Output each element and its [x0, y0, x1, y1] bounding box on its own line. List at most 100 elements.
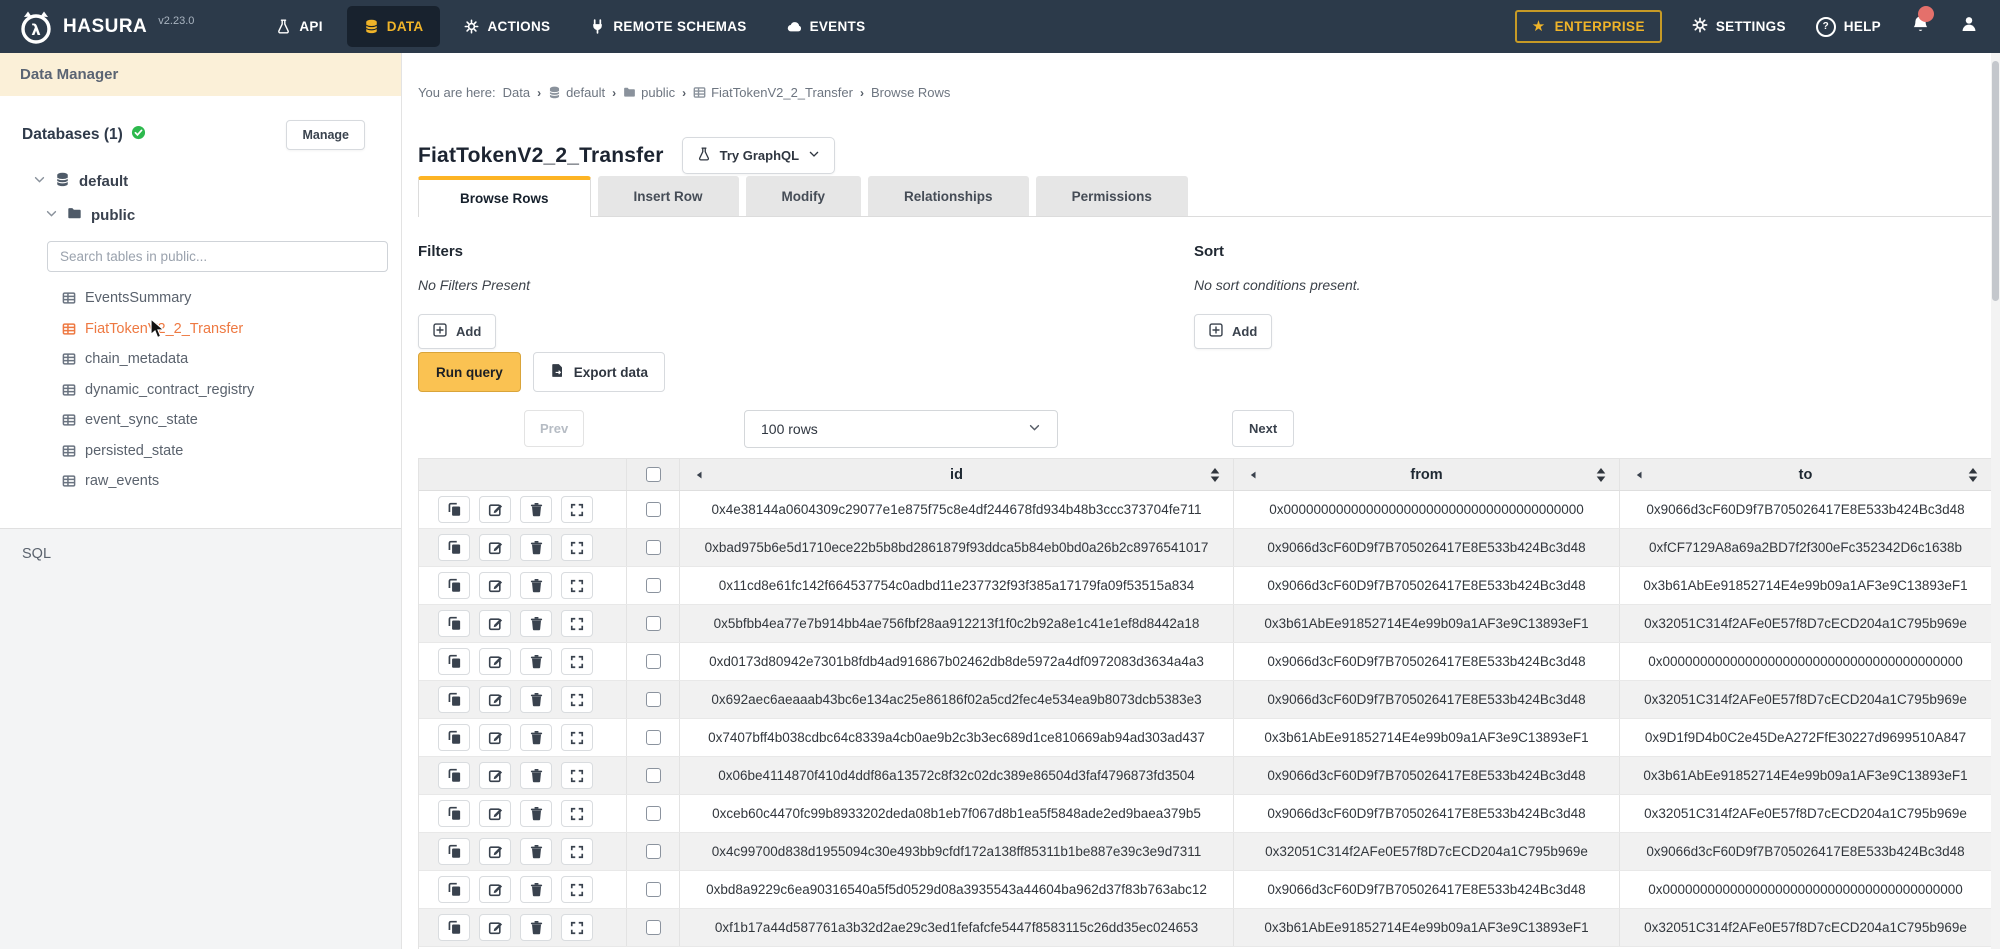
sidebar-table-raw_events[interactable]: raw_events	[0, 466, 401, 497]
row-copy-button[interactable]	[438, 534, 470, 561]
breadcrumb-item[interactable]: FiatTokenV2_2_Transfer	[693, 85, 853, 100]
sidebar-table-event_sync_state[interactable]: event_sync_state	[0, 405, 401, 436]
sidebar-table-FiatTokenV2_2_Transfer[interactable]: FiatTokenV2_2_Transfer	[0, 314, 401, 345]
table-search-input[interactable]	[47, 241, 388, 272]
vertical-scrollbar[interactable]	[1991, 53, 2000, 949]
row-expand-button[interactable]	[561, 572, 593, 599]
breadcrumb-item[interactable]: default	[548, 85, 605, 100]
row-copy-button[interactable]	[438, 876, 470, 903]
row-checkbox[interactable]	[646, 768, 661, 783]
manage-button[interactable]: Manage	[286, 120, 365, 150]
row-edit-button[interactable]	[479, 496, 511, 523]
row-copy-button[interactable]	[438, 914, 470, 941]
row-delete-button[interactable]	[520, 534, 552, 561]
column-header-id[interactable]: id	[680, 459, 1234, 490]
tab-relationships[interactable]: Relationships	[868, 176, 1029, 216]
row-expand-button[interactable]	[561, 610, 593, 637]
breadcrumb-item[interactable]: public	[623, 85, 675, 100]
row-edit-button[interactable]	[479, 762, 511, 789]
row-delete-button[interactable]	[520, 838, 552, 865]
row-delete-button[interactable]	[520, 572, 552, 599]
nav-item-events[interactable]: EVENTS	[767, 0, 886, 53]
row-copy-button[interactable]	[438, 724, 470, 751]
row-edit-button[interactable]	[479, 648, 511, 675]
help-button[interactable]: ? HELP	[1816, 17, 1881, 37]
row-delete-button[interactable]	[520, 800, 552, 827]
row-copy-button[interactable]	[438, 762, 470, 789]
nav-item-api[interactable]: API	[256, 0, 342, 53]
row-checkbox[interactable]	[646, 730, 661, 745]
sidebar-table-chain_metadata[interactable]: chain_metadata	[0, 344, 401, 375]
row-copy-button[interactable]	[438, 686, 470, 713]
sidebar-database-default[interactable]: default	[33, 172, 401, 191]
row-checkbox[interactable]	[646, 882, 661, 897]
row-copy-button[interactable]	[438, 572, 470, 599]
column-header-from[interactable]: from	[1234, 459, 1620, 490]
row-expand-button[interactable]	[561, 648, 593, 675]
row-edit-button[interactable]	[479, 914, 511, 941]
nav-item-remote-schemas[interactable]: REMOTE SCHEMAS	[570, 0, 766, 53]
export-data-button[interactable]: Export data	[533, 352, 665, 392]
add-sort-button[interactable]: Add	[1194, 314, 1272, 349]
row-edit-button[interactable]	[479, 800, 511, 827]
row-delete-button[interactable]	[520, 724, 552, 751]
breadcrumb-item[interactable]: Data	[503, 85, 530, 100]
add-filter-button[interactable]: Add	[418, 314, 496, 349]
row-copy-button[interactable]	[438, 496, 470, 523]
scrollbar-thumb[interactable]	[1992, 61, 1999, 301]
row-checkbox[interactable]	[646, 806, 661, 821]
tab-modify[interactable]: Modify	[746, 176, 862, 216]
row-delete-button[interactable]	[520, 648, 552, 675]
page-size-select[interactable]: 100 rows	[744, 410, 1058, 448]
row-edit-button[interactable]	[479, 838, 511, 865]
row-copy-button[interactable]	[438, 838, 470, 865]
tab-permissions[interactable]: Permissions	[1036, 176, 1188, 216]
row-checkbox[interactable]	[646, 844, 661, 859]
row-expand-button[interactable]	[561, 762, 593, 789]
sidebar-item-sql[interactable]: SQL	[0, 529, 401, 562]
run-query-button[interactable]: Run query	[418, 352, 521, 392]
notifications-button[interactable]	[1911, 15, 1930, 39]
row-expand-button[interactable]	[561, 686, 593, 713]
sidebar-schema-public[interactable]: public	[45, 206, 401, 225]
row-expand-button[interactable]	[561, 914, 593, 941]
row-delete-button[interactable]	[520, 496, 552, 523]
row-delete-button[interactable]	[520, 610, 552, 637]
row-copy-button[interactable]	[438, 800, 470, 827]
row-delete-button[interactable]	[520, 762, 552, 789]
row-checkbox[interactable]	[646, 654, 661, 669]
row-copy-button[interactable]	[438, 610, 470, 637]
row-expand-button[interactable]	[561, 800, 593, 827]
row-edit-button[interactable]	[479, 572, 511, 599]
row-delete-button[interactable]	[520, 914, 552, 941]
row-edit-button[interactable]	[479, 724, 511, 751]
row-checkbox[interactable]	[646, 920, 661, 935]
row-edit-button[interactable]	[479, 534, 511, 561]
nav-item-data[interactable]: DATA	[347, 6, 441, 47]
next-page-button[interactable]: Next	[1232, 410, 1294, 447]
row-edit-button[interactable]	[479, 876, 511, 903]
user-menu-button[interactable]	[1960, 15, 1978, 38]
tab-browse-rows[interactable]: Browse Rows	[418, 176, 591, 217]
try-graphql-button[interactable]: Try GraphQL	[682, 137, 835, 174]
row-checkbox[interactable]	[646, 540, 661, 555]
row-expand-button[interactable]	[561, 724, 593, 751]
row-checkbox[interactable]	[646, 578, 661, 593]
row-checkbox[interactable]	[646, 502, 661, 517]
select-all-checkbox[interactable]	[646, 467, 661, 482]
prev-page-button[interactable]: Prev	[524, 410, 584, 447]
row-expand-button[interactable]	[561, 876, 593, 903]
nav-item-actions[interactable]: ACTIONS	[444, 0, 570, 53]
row-copy-button[interactable]	[438, 648, 470, 675]
row-delete-button[interactable]	[520, 876, 552, 903]
row-checkbox[interactable]	[646, 616, 661, 631]
hasura-logo[interactable]: λ HASURA v2.23.0	[18, 9, 194, 45]
tab-insert-row[interactable]: Insert Row	[598, 176, 739, 216]
sidebar-table-dynamic_contract_registry[interactable]: dynamic_contract_registry	[0, 375, 401, 406]
row-edit-button[interactable]	[479, 610, 511, 637]
row-checkbox[interactable]	[646, 692, 661, 707]
sidebar-table-EventsSummary[interactable]: EventsSummary	[0, 283, 401, 314]
sidebar-table-persisted_state[interactable]: persisted_state	[0, 436, 401, 467]
breadcrumb-item[interactable]: Browse Rows	[871, 85, 950, 100]
row-expand-button[interactable]	[561, 496, 593, 523]
